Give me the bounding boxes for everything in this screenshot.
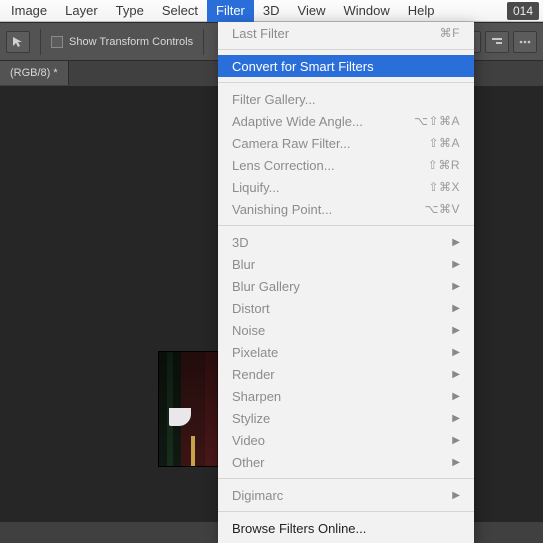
chevron-right-icon: ▶: [452, 435, 460, 446]
more-icon: [519, 37, 531, 47]
menubar-item-layer[interactable]: Layer: [56, 0, 107, 22]
menu-shortcut: ⌘F: [440, 26, 460, 40]
menu-item-distort: Distort ▶: [218, 297, 474, 319]
menubar: ImageLayerTypeSelectFilter3DViewWindowHe…: [0, 0, 543, 22]
chevron-right-icon: ▶: [452, 347, 460, 358]
menu-separator: [218, 478, 474, 479]
menu-item-adaptive-wide-angle: Adaptive Wide Angle... ⌥⇧⌘A: [218, 110, 474, 132]
chevron-right-icon: ▶: [452, 325, 460, 336]
document-tab[interactable]: (RGB/8) *: [0, 61, 69, 85]
chevron-right-icon: ▶: [452, 413, 460, 424]
chevron-right-icon: ▶: [452, 490, 460, 501]
toolbar-divider: [40, 29, 41, 55]
show-transform-label: Show Transform Controls: [69, 36, 193, 48]
menubar-item-view[interactable]: View: [289, 0, 335, 22]
chevron-right-icon: ▶: [452, 391, 460, 402]
menu-item-label: Blur Gallery: [232, 279, 300, 294]
menu-item-pixelate: Pixelate ▶: [218, 341, 474, 363]
chevron-right-icon: ▶: [452, 303, 460, 314]
menu-item-convert-for-smart-filters[interactable]: Convert for Smart Filters: [218, 55, 474, 77]
chevron-right-icon: ▶: [452, 457, 460, 468]
menu-item-label: Blur: [232, 257, 255, 272]
menu-item-video: Video ▶: [218, 429, 474, 451]
align-icon: [491, 37, 503, 47]
menu-item-label: Noise: [232, 323, 265, 338]
document-tab-label: (RGB/8) *: [10, 67, 58, 79]
image-detail: [191, 436, 195, 466]
menu-item-label: Other: [232, 455, 265, 470]
menu-item-3d: 3D ▶: [218, 231, 474, 253]
menu-shortcut: ⌥⇧⌘A: [414, 114, 460, 128]
menu-separator: [218, 82, 474, 83]
menu-item-filter-gallery: Filter Gallery...: [218, 88, 474, 110]
menu-item-other: Other ▶: [218, 451, 474, 473]
menu-item-label: Vanishing Point...: [232, 202, 332, 217]
image-detail: [169, 408, 191, 426]
menu-separator: [218, 49, 474, 50]
menu-separator: [218, 225, 474, 226]
cursor-icon: [12, 36, 24, 48]
menu-shortcut: ⇧⌘R: [428, 158, 460, 172]
menu-separator: [218, 511, 474, 512]
menubar-item-help[interactable]: Help: [399, 0, 444, 22]
menu-item-label: Distort: [232, 301, 270, 316]
menu-item-label: Lens Correction...: [232, 158, 335, 173]
menu-item-liquify: Liquify... ⇧⌘X: [218, 176, 474, 198]
menu-item-label: Pixelate: [232, 345, 278, 360]
menu-item-label: Convert for Smart Filters: [232, 59, 374, 74]
menubar-item-filter[interactable]: Filter: [207, 0, 254, 22]
menu-item-label: Stylize: [232, 411, 270, 426]
menu-item-label: Sharpen: [232, 389, 281, 404]
menubar-item-window[interactable]: Window: [334, 0, 398, 22]
chevron-right-icon: ▶: [452, 237, 460, 248]
menu-item-label: 3D: [232, 235, 249, 250]
menu-item-camera-raw-filter: Camera Raw Filter... ⇧⌘A: [218, 132, 474, 154]
toolbar-divider: [203, 29, 204, 55]
menu-item-vanishing-point: Vanishing Point... ⌥⌘V: [218, 198, 474, 220]
tool-preset-button[interactable]: [6, 31, 30, 53]
menu-item-render: Render ▶: [218, 363, 474, 385]
menubar-item-type[interactable]: Type: [107, 0, 153, 22]
menu-item-label: Video: [232, 433, 265, 448]
menu-shortcut: ⇧⌘A: [428, 136, 460, 150]
menu-item-blur-gallery: Blur Gallery ▶: [218, 275, 474, 297]
chevron-right-icon: ▶: [452, 369, 460, 380]
align-button-3[interactable]: [485, 31, 509, 53]
menu-item-digimarc: Digimarc ▶: [218, 484, 474, 506]
menu-item-label: Digimarc: [232, 488, 283, 503]
more-options-button[interactable]: [513, 31, 537, 53]
show-transform-checkbox[interactable]: [51, 36, 63, 48]
chevron-right-icon: ▶: [452, 281, 460, 292]
version-badge: 014: [507, 2, 539, 20]
filter-menu-dropdown: Last Filter ⌘F Convert for Smart Filters Fi…: [218, 22, 474, 543]
menu-item-stylize: Stylize ▶: [218, 407, 474, 429]
menu-shortcut: ⇧⌘X: [428, 180, 460, 194]
menu-shortcut: ⌥⌘V: [425, 202, 460, 216]
menu-item-label: Browse Filters Online...: [232, 521, 366, 536]
menubar-tail: 014: [507, 0, 543, 22]
menubar-item-select[interactable]: Select: [153, 0, 207, 22]
menubar-item-image[interactable]: Image: [2, 0, 56, 22]
document-image[interactable]: [158, 351, 224, 467]
menu-item-noise: Noise ▶: [218, 319, 474, 341]
menu-item-label: Camera Raw Filter...: [232, 136, 350, 151]
menu-item-label: Liquify...: [232, 180, 279, 195]
menu-item-blur: Blur ▶: [218, 253, 474, 275]
chevron-right-icon: ▶: [452, 259, 460, 270]
menu-item-label: Last Filter: [232, 26, 289, 41]
menu-item-label: Adaptive Wide Angle...: [232, 114, 363, 129]
menu-item-last-filter: Last Filter ⌘F: [218, 22, 474, 44]
menubar-item-3d[interactable]: 3D: [254, 0, 289, 22]
menu-item-label: Filter Gallery...: [232, 92, 316, 107]
menu-item-browse-filters-online[interactable]: Browse Filters Online...: [218, 517, 474, 539]
menu-item-label: Render: [232, 367, 275, 382]
menu-item-sharpen: Sharpen ▶: [218, 385, 474, 407]
menu-item-lens-correction: Lens Correction... ⇧⌘R: [218, 154, 474, 176]
image-content: [159, 352, 223, 466]
